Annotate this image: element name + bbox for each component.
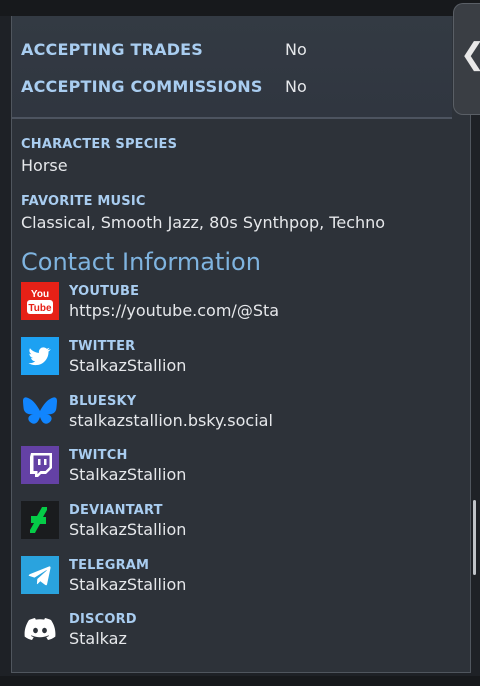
telegram-icon bbox=[21, 556, 59, 594]
contact-deviantart[interactable]: DEVIANTART StalkazStallion bbox=[21, 501, 451, 541]
discord-icon bbox=[21, 610, 59, 648]
field-favorite-music: FAVORITE MUSIC Classical, Smooth Jazz, 8… bbox=[21, 194, 451, 232]
contact-link[interactable]: StalkazStallion bbox=[69, 520, 186, 539]
contact-link[interactable]: StalkazStallion bbox=[69, 575, 186, 594]
contact-section-title: Contact Information bbox=[21, 248, 261, 276]
contact-telegram[interactable]: TELEGRAM StalkazStallion bbox=[21, 556, 451, 596]
contact-youtube[interactable]: You Tube YOUTUBE https://youtube.com/@St… bbox=[21, 282, 451, 322]
twitch-icon bbox=[21, 446, 59, 484]
preferences-block: ACCEPTING TRADES No ACCEPTING COMMISSION… bbox=[12, 16, 452, 119]
contact-label: YOUTUBE bbox=[69, 284, 140, 299]
pref-row-accepting-trades: ACCEPTING TRADES No bbox=[21, 40, 451, 64]
pref-value: No bbox=[285, 40, 307, 59]
deviantart-icon bbox=[21, 501, 59, 539]
youtube-logo-you: You bbox=[31, 289, 49, 300]
contact-discord[interactable]: DISCORD Stalkaz bbox=[21, 610, 451, 650]
chevron-left-icon: ❮ bbox=[460, 40, 480, 70]
contact-link[interactable]: Stalkaz bbox=[69, 629, 127, 648]
pref-row-accepting-commissions: ACCEPTING COMMISSIONS No bbox=[21, 77, 451, 101]
field-character-species: CHARACTER SPECIES Horse bbox=[21, 137, 451, 175]
field-value: Classical, Smooth Jazz, 80s Synthpop, Te… bbox=[21, 213, 386, 232]
pref-value: No bbox=[285, 77, 307, 96]
bottom-bar bbox=[0, 676, 480, 686]
profile-panel: ACCEPTING TRADES No ACCEPTING COMMISSION… bbox=[11, 16, 471, 673]
contact-link[interactable]: stalkazstallion.bsky.social bbox=[69, 411, 273, 430]
contact-label: DISCORD bbox=[69, 612, 137, 627]
scrollbar-thumb[interactable] bbox=[473, 500, 476, 575]
pref-label: ACCEPTING TRADES bbox=[21, 40, 204, 59]
contact-twitch[interactable]: TWITCH StalkazStallion bbox=[21, 446, 451, 486]
contact-label: DEVIANTART bbox=[69, 503, 163, 518]
contact-label: TELEGRAM bbox=[69, 558, 150, 573]
contact-label: BLUESKY bbox=[69, 394, 137, 409]
youtube-logo-tube: Tube bbox=[28, 303, 52, 314]
contact-link[interactable]: StalkazStallion bbox=[69, 356, 186, 375]
bluesky-icon bbox=[21, 392, 59, 430]
contact-link[interactable]: StalkazStallion bbox=[69, 465, 186, 484]
contact-twitter[interactable]: TWITTER StalkazStallion bbox=[21, 337, 451, 377]
youtube-icon: You Tube bbox=[21, 282, 59, 320]
field-label: FAVORITE MUSIC bbox=[21, 194, 146, 209]
contact-label: TWITCH bbox=[69, 448, 128, 463]
twitter-icon bbox=[21, 337, 59, 375]
top-bar bbox=[0, 0, 480, 16]
field-label: CHARACTER SPECIES bbox=[21, 137, 178, 152]
pref-label: ACCEPTING COMMISSIONS bbox=[21, 77, 263, 96]
contact-link[interactable]: https://youtube.com/@Sta bbox=[69, 301, 279, 320]
contact-bluesky[interactable]: BLUESKY stalkazstallion.bsky.social bbox=[21, 392, 451, 432]
drawer-toggle-button[interactable]: ❮ bbox=[453, 3, 480, 115]
contact-label: TWITTER bbox=[69, 339, 136, 354]
field-value: Horse bbox=[21, 156, 68, 175]
